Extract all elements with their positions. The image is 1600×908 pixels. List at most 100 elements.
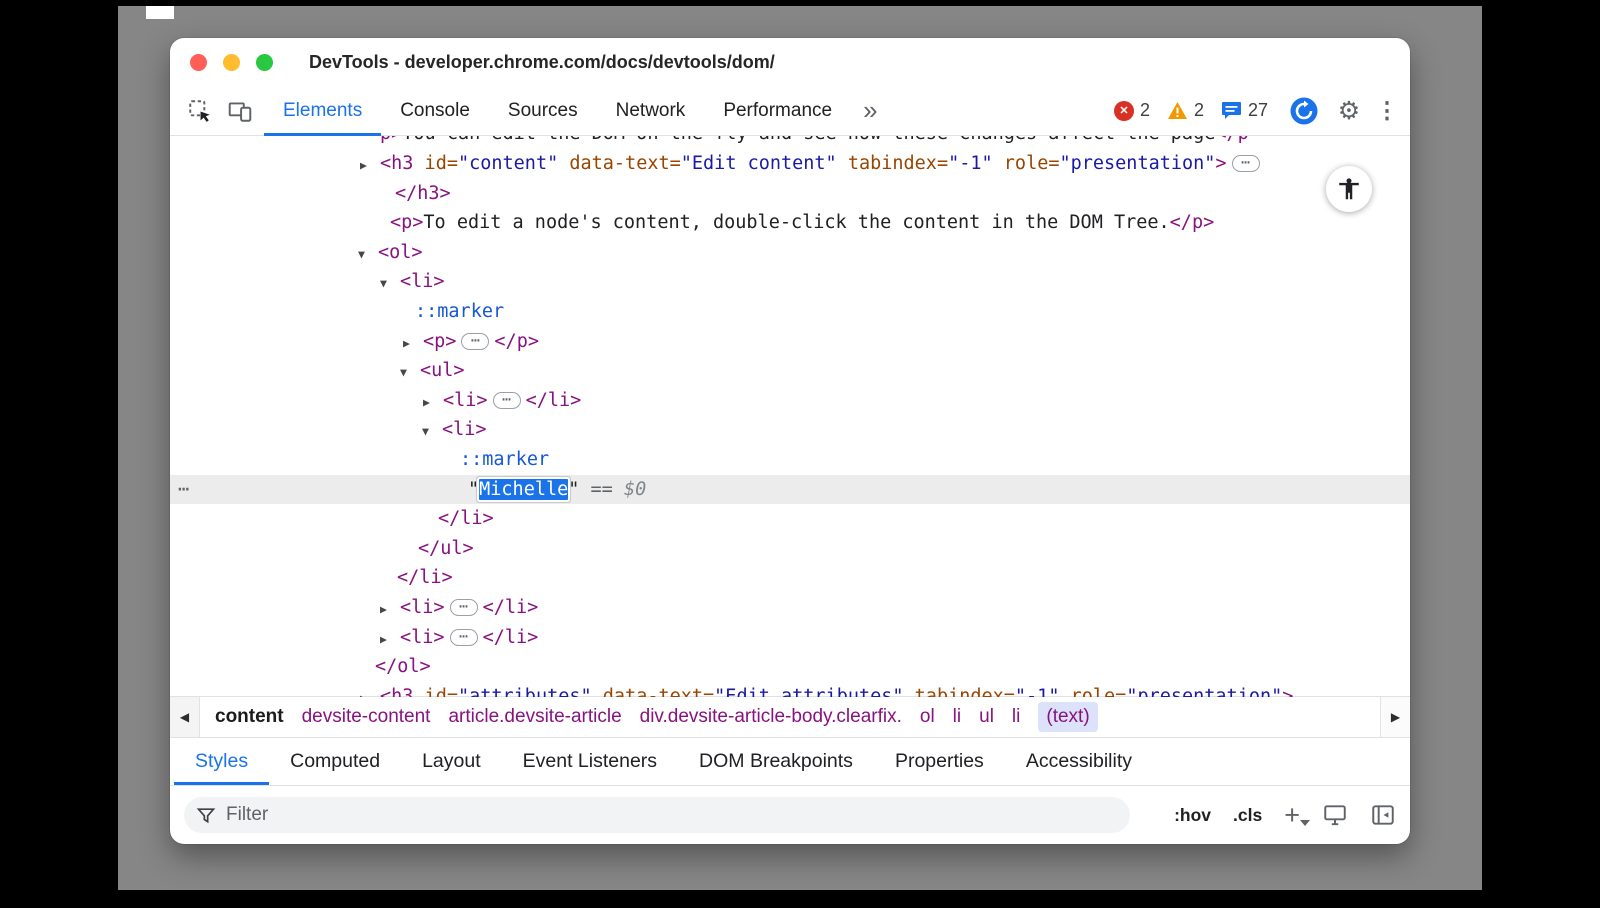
inline-expand-icon[interactable]: ⋯ — [493, 392, 521, 409]
collapsed-arrow-icon[interactable]: ▶ — [360, 684, 380, 697]
zoom-button[interactable] — [256, 54, 273, 71]
toolbar-tab-performance[interactable]: Performance — [704, 86, 851, 136]
breadcrumb-item[interactable]: li — [1012, 706, 1020, 728]
sidebar-toggle-icon[interactable] — [1370, 802, 1396, 828]
expanded-arrow-icon[interactable]: ▼ — [358, 240, 378, 270]
expanded-arrow-icon[interactable]: ▼ — [422, 417, 442, 447]
warning-count: 2 — [1194, 100, 1204, 121]
plus-icon: + — [1284, 800, 1300, 830]
funnel-icon — [196, 805, 216, 825]
panel-tab-layout[interactable]: Layout — [401, 738, 502, 785]
toggle-element-state-button[interactable]: :hov — [1174, 805, 1211, 826]
warning-count-badge[interactable]: 2 — [1167, 100, 1204, 121]
panel-tab-computed[interactable]: Computed — [269, 738, 401, 785]
tree-row[interactable]: ▶<li>⋯</li> — [170, 593, 1410, 623]
panel-tab-dom-breakpoints[interactable]: DOM Breakpoints — [678, 738, 874, 785]
element-classes-button[interactable]: .cls — [1233, 805, 1262, 826]
panel-tabs: StylesComputedLayoutEvent ListenersDOM B… — [170, 738, 1410, 786]
inspect-element-icon[interactable] — [180, 86, 220, 136]
tree-row[interactable]: </li> — [170, 504, 1410, 534]
messages-count-badge[interactable]: 27 — [1221, 100, 1268, 121]
collapsed-arrow-icon[interactable]: ▶ — [360, 151, 380, 181]
row-more-actions-icon[interactable]: ⋯ — [178, 475, 191, 505]
tree-row[interactable]: ▼<li> — [170, 415, 1410, 445]
panel-tab-accessibility[interactable]: Accessibility — [1005, 738, 1153, 785]
error-count-badge[interactable]: ✕ 2 — [1114, 100, 1150, 121]
accessibility-overlay-button[interactable] — [1326, 166, 1372, 212]
messages-count: 27 — [1248, 100, 1268, 121]
tree-row[interactable]: ▶<li>⋯</li> — [170, 386, 1410, 416]
tree-row[interactable]: ▼<li> — [170, 267, 1410, 297]
filter-input[interactable] — [226, 804, 1122, 826]
tree-row[interactable]: ▼<ol> — [170, 238, 1410, 268]
rendering-display-icon[interactable] — [1322, 802, 1348, 828]
tree-row[interactable]: </li> — [170, 563, 1410, 593]
sync-badge-icon[interactable] — [1284, 86, 1324, 136]
tree-row[interactable]: </h3> — [170, 179, 1410, 209]
breadcrumb-scroll-right-icon[interactable]: ▶ — [1380, 697, 1410, 737]
styles-toolbar: :hov .cls + — [170, 786, 1410, 844]
breadcrumb-item[interactable]: ol — [920, 706, 935, 728]
close-button[interactable] — [190, 54, 207, 71]
tree-row[interactable]: p>You can edit the DOM on the fly and se… — [170, 136, 1410, 149]
tree-row[interactable]: ▶<h3 id="attributes" data-text="Edit att… — [170, 682, 1410, 697]
breadcrumb-scroll-left-icon[interactable]: ◀ — [170, 697, 200, 737]
breadcrumb-item[interactable]: li — [953, 706, 961, 728]
minimize-button[interactable] — [223, 54, 240, 71]
breadcrumb-item[interactable]: div.devsite-article-body.clearfix. — [640, 706, 902, 728]
tree-row[interactable]: ⋯"Michelle" == $0 — [170, 475, 1410, 505]
device-toolbar-icon[interactable] — [220, 86, 260, 136]
tree-row[interactable]: ::marker — [170, 445, 1410, 475]
more-tabs-icon[interactable]: » — [851, 95, 889, 126]
kebab-menu-icon[interactable]: ⋮ — [1374, 97, 1400, 124]
tree-row[interactable]: </ol> — [170, 652, 1410, 682]
breadcrumb-item[interactable]: content — [215, 706, 284, 728]
breadcrumb-item[interactable]: article.devsite-article — [448, 706, 621, 728]
breadcrumb-item[interactable]: ul — [979, 706, 994, 728]
collapsed-arrow-icon[interactable]: ▶ — [380, 625, 400, 655]
dom-tree[interactable]: p>You can edit the DOM on the fly and se… — [170, 136, 1410, 696]
tree-row[interactable]: ▶<h3 id="content" data-text="Edit conten… — [170, 149, 1410, 179]
tree-row[interactable]: ::marker — [170, 297, 1410, 327]
tree-row[interactable]: </ul> — [170, 534, 1410, 564]
collapsed-arrow-icon[interactable]: ▶ — [380, 595, 400, 625]
toolbar-tabs: ElementsConsoleSourcesNetworkPerformance — [264, 86, 851, 136]
error-count: 2 — [1140, 100, 1150, 121]
breadcrumb-item[interactable]: (text) — [1038, 702, 1097, 732]
inline-expand-icon[interactable]: ⋯ — [450, 629, 478, 646]
toolbar-tab-sources[interactable]: Sources — [489, 86, 597, 136]
window-title: DevTools - developer.chrome.com/docs/dev… — [309, 52, 775, 73]
toolbar-right-icons: ⚙ ⋮ — [1284, 86, 1400, 136]
tree-row[interactable]: <p>To edit a node's content, double-clic… — [170, 208, 1410, 238]
toolbar-tab-console[interactable]: Console — [381, 86, 489, 136]
inline-expand-icon[interactable]: ⋯ — [461, 333, 489, 350]
collapsed-arrow-icon[interactable]: ▶ — [423, 388, 443, 418]
inline-expand-icon[interactable]: ⋯ — [450, 599, 478, 616]
filter-field[interactable] — [184, 797, 1130, 833]
panel-tab-properties[interactable]: Properties — [874, 738, 1005, 785]
expanded-arrow-icon[interactable]: ▼ — [380, 269, 400, 299]
tree-row[interactable]: ▶<li>⋯</li> — [170, 623, 1410, 653]
window-controls — [190, 54, 289, 71]
message-bubble-icon — [1221, 101, 1242, 121]
toolbar-tab-network[interactable]: Network — [597, 86, 705, 136]
new-style-rule-button[interactable]: + — [1284, 804, 1300, 826]
expanded-arrow-icon[interactable]: ▼ — [400, 358, 420, 388]
breadcrumb: ◀ content devsite-content article.devsite-… — [170, 696, 1410, 738]
toolbar-tab-elements[interactable]: Elements — [264, 86, 381, 136]
warning-icon — [1167, 101, 1188, 120]
tree-row[interactable]: ▼<ul> — [170, 356, 1410, 386]
collapsed-arrow-icon[interactable]: ▶ — [403, 329, 423, 359]
inline-expand-icon[interactable]: ⋯ — [1232, 155, 1260, 172]
dropdown-caret-icon — [1300, 820, 1310, 826]
panel-tab-event-listeners[interactable]: Event Listeners — [502, 738, 678, 785]
panel-tab-styles[interactable]: Styles — [174, 738, 269, 785]
issue-badges: ✕ 2 2 — [1114, 100, 1268, 121]
window-titlebar: DevTools - developer.chrome.com/docs/dev… — [170, 38, 1410, 86]
accessibility-person-icon — [1336, 176, 1362, 202]
tree-row[interactable]: ▶<p>⋯</p> — [170, 327, 1410, 357]
error-icon: ✕ — [1114, 101, 1134, 121]
settings-gear-icon[interactable]: ⚙ — [1330, 96, 1368, 126]
breadcrumb-item[interactable]: devsite-content — [302, 706, 431, 728]
backdrop-notch — [146, 6, 174, 19]
